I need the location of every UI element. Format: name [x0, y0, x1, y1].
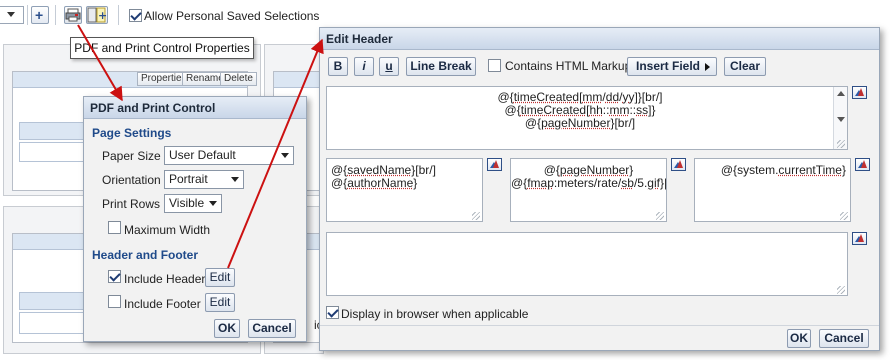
display-in-browser-checkbox[interactable]: [326, 306, 339, 319]
include-header-label: Include Header: [124, 272, 206, 286]
center-line-2: @{fmap:meters/rate/sb/5.gif}|: [511, 176, 667, 190]
insert-field-icon[interactable]: [852, 232, 867, 245]
insert-field-label: Insert Field: [636, 59, 701, 73]
print-rows-value: Visible: [169, 196, 205, 210]
left-line-2: @{authorName}: [331, 176, 418, 190]
background-view-header: Properties Rename Delete: [13, 72, 257, 88]
header-right-textarea[interactable]: @{system.currentTime}: [694, 158, 851, 222]
scroll-up-icon: [837, 91, 845, 96]
italic-button[interactable]: i: [354, 57, 374, 76]
clear-button[interactable]: Clear: [724, 57, 766, 76]
chevron-down-icon: [7, 12, 15, 17]
right-line-1: @{system.currentTime}: [720, 163, 846, 177]
page-settings-heading: Page Settings: [92, 126, 172, 140]
chevron-down-icon: [281, 153, 289, 158]
chevron-down-icon: [209, 201, 217, 206]
add-column-icon: +: [87, 7, 107, 23]
toolbar-separator: [27, 5, 28, 25]
plus-icon: +: [35, 7, 44, 23]
printer-icon: [65, 8, 81, 22]
orientation-label: Orientation: [102, 173, 161, 187]
insert-field-button[interactable]: Insert Field: [627, 57, 717, 76]
edit-header-button[interactable]: Edit: [205, 268, 235, 287]
header-footer-heading: Header and Footer: [92, 248, 199, 262]
background-table-header: [19, 122, 89, 140]
toolbar-dropdown[interactable]: [0, 6, 24, 24]
header-top-textarea[interactable]: @{timeCreated[mm/dd/yy]}[br/] @{timeCrea…: [326, 86, 848, 150]
print-control-tooltip: PDF and Print Control Properties: [70, 37, 254, 59]
header-top-content: @{timeCreated[mm/dd/yy]}[br/] @{timeCrea…: [327, 91, 833, 130]
display-in-browser-label: Display in browser when applicable: [341, 307, 529, 321]
header-center-content: @{pageNumber} @{fmap:meters/rate/sb/5.gi…: [511, 164, 666, 190]
insert-field-icon[interactable]: [671, 158, 686, 171]
top-toolbar: + + Allow Personal Saved Selections: [0, 0, 890, 30]
contains-html-markup-label: Contains HTML Markup: [505, 59, 632, 73]
ok-button[interactable]: OK: [214, 319, 240, 338]
header-center-textarea[interactable]: @{pageNumber} @{fmap:meters/rate/sb/5.gi…: [510, 158, 667, 222]
pdf-print-control-dialog: PDF and Print Control Page Settings Pape…: [83, 96, 307, 342]
line-break-button[interactable]: Line Break: [406, 57, 476, 76]
print-rows-label: Print Rows: [102, 197, 161, 211]
delete-button[interactable]: Delete: [220, 72, 257, 86]
ok-button[interactable]: OK: [787, 329, 811, 348]
resize-grip-icon[interactable]: [837, 286, 845, 294]
header-right-content: @{system.currentTime}: [695, 164, 846, 177]
paper-size-select[interactable]: User Default: [164, 146, 294, 165]
orientation-value: Portrait: [169, 172, 208, 186]
orientation-select[interactable]: Portrait: [164, 170, 244, 189]
allow-personal-saved-selections-label: Allow Personal Saved Selections: [144, 9, 320, 23]
toolbar-separator: [118, 5, 119, 25]
background-table-row: [19, 142, 89, 162]
include-header-checkbox[interactable]: [108, 270, 121, 283]
triangle-right-icon: [705, 63, 710, 71]
maximum-width-checkbox[interactable]: [108, 221, 121, 234]
edit-footer-button[interactable]: Edit: [205, 293, 235, 312]
header-bottom-textarea[interactable]: [326, 232, 848, 296]
dialog-footer-divider: [320, 325, 879, 326]
cancel-button[interactable]: Cancel: [819, 329, 869, 348]
include-footer-label: Include Footer: [124, 297, 201, 311]
edit-header-dialog: Edit Header B i u Line Break Contains HT…: [319, 27, 880, 351]
scroll-down-icon: [837, 117, 845, 122]
insert-field-icon[interactable]: [852, 86, 867, 99]
underline-button[interactable]: u: [379, 57, 399, 76]
include-footer-checkbox[interactable]: [108, 295, 121, 308]
header-left-textarea[interactable]: @{savedName}[br/] @{authorName}: [326, 158, 483, 222]
resize-grip-icon[interactable]: [840, 212, 848, 220]
print-control-button[interactable]: [64, 6, 82, 24]
print-rows-select[interactable]: Visible: [164, 194, 222, 213]
header-left-content: @{savedName}[br/] @{authorName}: [331, 164, 436, 190]
column-add-button[interactable]: +: [86, 6, 108, 24]
bold-button[interactable]: B: [328, 57, 348, 76]
dialog-title: PDF and Print Control: [84, 97, 306, 119]
resize-grip-icon[interactable]: [837, 140, 845, 148]
paper-size-value: User Default: [169, 148, 236, 162]
chevron-down-icon: [231, 177, 239, 182]
allow-personal-saved-selections-checkbox[interactable]: [129, 9, 142, 22]
toolbar-separator: [55, 5, 56, 25]
dialog-title: Edit Header: [320, 28, 879, 50]
svg-text:+: +: [98, 9, 107, 22]
background-table-header: [19, 292, 89, 310]
add-button[interactable]: +: [31, 6, 49, 24]
insert-field-icon[interactable]: [487, 158, 502, 171]
maximum-width-label: Maximum Width: [124, 223, 211, 237]
paper-size-label: Paper Size: [102, 149, 161, 163]
insert-field-icon[interactable]: [855, 158, 870, 171]
top-line-3: @{pageNumber}[br/]: [524, 116, 636, 130]
resize-grip-icon[interactable]: [656, 212, 664, 220]
background-table-row: [19, 312, 89, 334]
cancel-button[interactable]: Cancel: [248, 319, 296, 338]
contains-html-markup-checkbox[interactable]: [488, 59, 501, 72]
resize-grip-icon[interactable]: [472, 212, 480, 220]
